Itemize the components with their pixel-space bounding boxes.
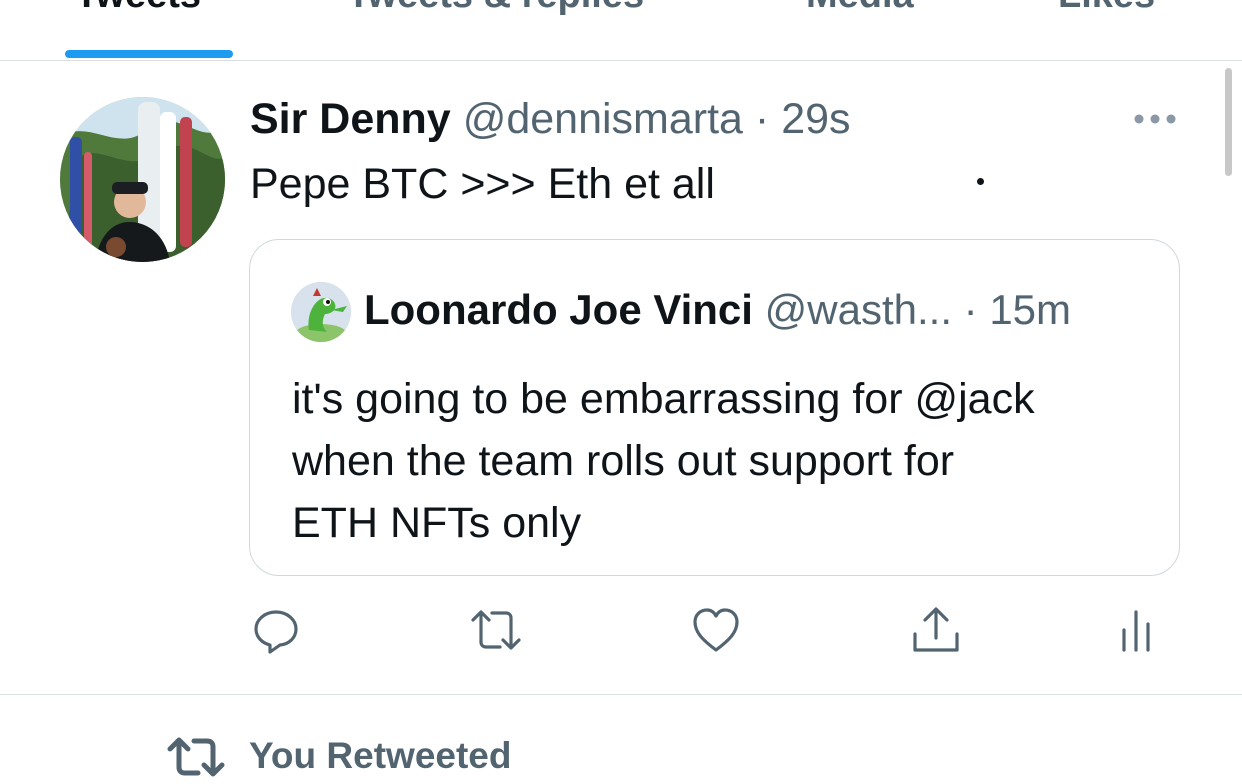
handle[interactable]: @dennismarta — [463, 95, 743, 143]
quoted-text-line: ETH NFTs only — [292, 499, 582, 547]
tab-media[interactable]: Media — [806, 0, 914, 17]
analytics-icon[interactable] — [1110, 604, 1162, 656]
timestamp[interactable]: 29s — [781, 95, 850, 143]
quoted-avatar[interactable] — [291, 282, 351, 342]
separator: · — [754, 95, 770, 143]
display-name[interactable]: Sir Denny — [250, 95, 451, 143]
retweeted-icon — [166, 735, 226, 779]
frog-avatar-icon — [291, 282, 351, 342]
tweet-text: Pepe BTC >>> Eth et all — [250, 160, 715, 208]
avatar[interactable] — [60, 97, 225, 262]
quoted-tweet[interactable]: Loonardo Joe Vinci @wasth... · 15m it's … — [249, 239, 1180, 576]
active-tab-indicator — [65, 50, 233, 58]
reply-icon[interactable] — [250, 604, 302, 656]
quoted-text-line: it's going to be embarrassing for @jack — [292, 375, 1035, 423]
tab-tweets-and-replies[interactable]: Tweets & replies — [347, 0, 644, 17]
tweet-divider — [0, 694, 1242, 695]
quoted-handle[interactable]: @wasth... — [765, 286, 952, 333]
retweet-icon[interactable] — [470, 604, 522, 656]
heart-icon[interactable] — [690, 604, 742, 656]
dot-marker — [977, 178, 984, 185]
quoted-separator: · — [963, 286, 978, 333]
quoted-text-line: when the team rolls out support for — [292, 437, 955, 485]
avatar-photo — [60, 97, 225, 262]
quoted-display-name[interactable]: Loonardo Joe Vinci — [364, 286, 753, 333]
tab-tweets[interactable]: Tweets — [75, 0, 201, 17]
profile-tabs: Tweets Tweets & replies Media Likes — [0, 0, 1242, 61]
tweet-header: Sir Denny @dennismarta · 29s — [250, 95, 851, 144]
quoted-timestamp[interactable]: 15m — [989, 286, 1071, 333]
tab-likes[interactable]: Likes — [1058, 0, 1155, 17]
scrollbar[interactable] — [1225, 68, 1232, 176]
retweeted-label: You Retweeted — [249, 735, 512, 776]
more-horizontal-icon[interactable] — [1133, 112, 1177, 124]
quoted-header: Loonardo Joe Vinci @wasth... · 15m — [364, 286, 1071, 334]
share-icon[interactable] — [910, 604, 962, 656]
quoted-text: it's going to be embarrassing for @jack … — [292, 368, 1152, 554]
